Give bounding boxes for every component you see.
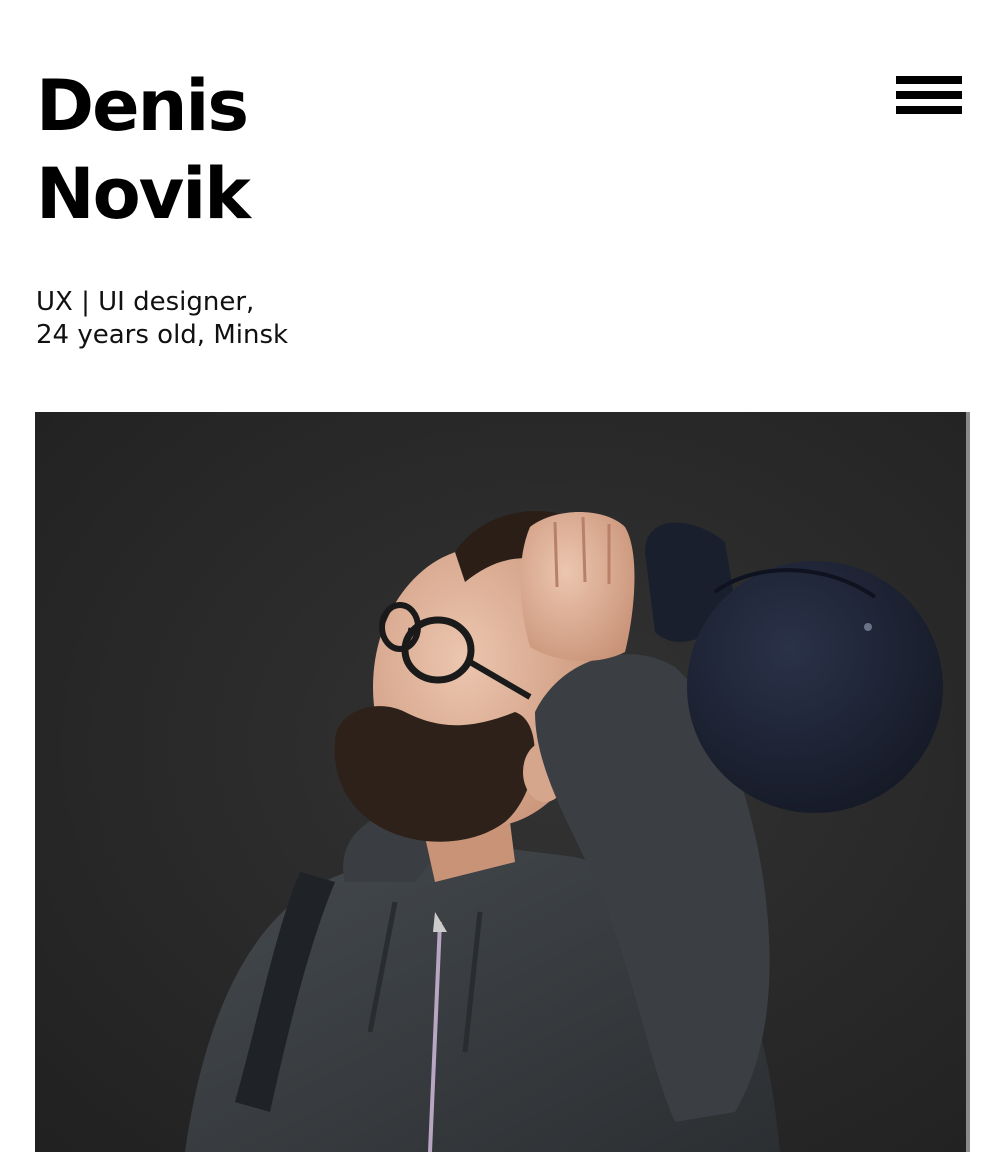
menu-bar-top [896, 76, 962, 84]
page: Denis Novik UX | UI designer, 24 years o… [0, 0, 999, 1152]
portrait-photo [35, 412, 970, 1152]
tagline-role: UX | UI designer, [36, 287, 255, 317]
profile-tagline: UX | UI designer, 24 years old, Minsk [36, 286, 288, 352]
hand [520, 512, 635, 662]
baseball-cap [687, 561, 943, 813]
portrait-illustration [35, 412, 970, 1152]
tagline-details: 24 years old, Minsk [36, 320, 289, 350]
name-first: Denis [36, 65, 249, 147]
page-title: Denis Novik [36, 62, 251, 238]
name-last: Novik [36, 153, 251, 235]
hamburger-menu-icon[interactable] [896, 76, 962, 116]
menu-bar-middle [896, 91, 962, 99]
menu-bar-bottom [896, 106, 962, 114]
